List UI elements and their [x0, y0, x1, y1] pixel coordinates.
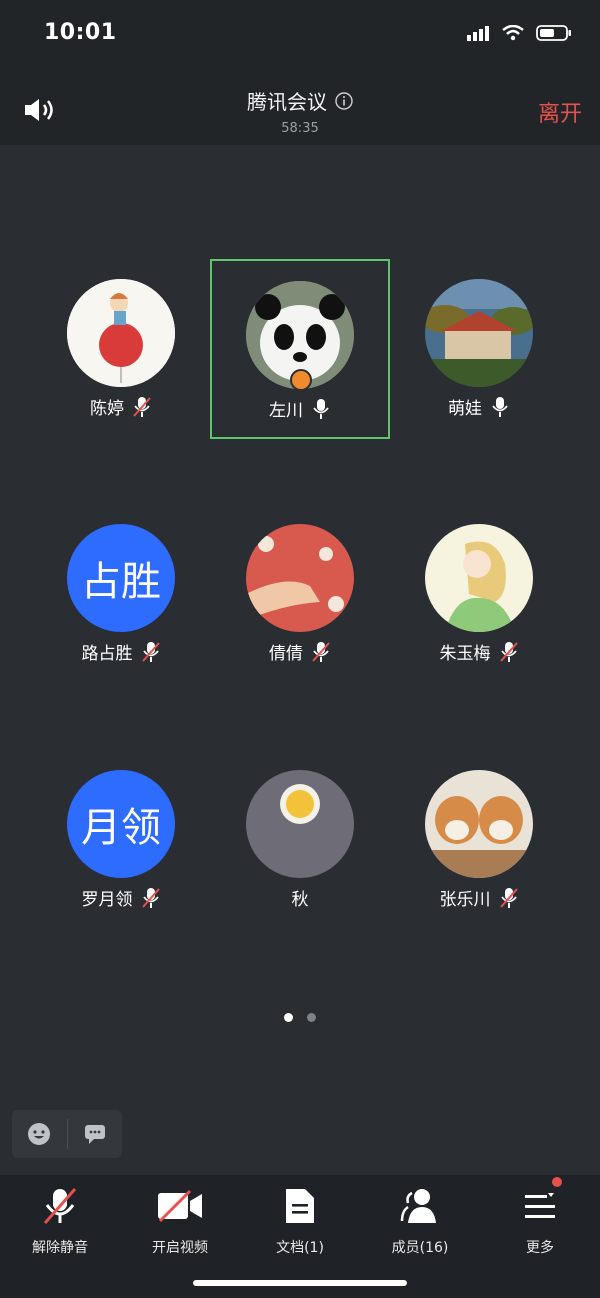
battery-icon: [536, 25, 571, 41]
participant-name: 朱玉梅: [439, 644, 491, 664]
mic-icon: [313, 398, 329, 419]
avatar: [246, 770, 354, 878]
mic-muted-icon: [141, 641, 160, 662]
mic-muted-icon: [312, 641, 330, 662]
participant-name: 秋: [291, 890, 309, 910]
mic-muted-icon: [43, 1188, 77, 1224]
status-time: 10:01: [44, 20, 117, 45]
participant-name: 罗月领: [81, 890, 133, 910]
meeting-title-text: 腾讯会议: [247, 90, 327, 114]
signal-icon: [467, 26, 489, 41]
unmute-button[interactable]: 解除静音: [0, 1185, 120, 1257]
info-icon[interactable]: [335, 91, 353, 110]
page-dot-current[interactable]: [284, 1013, 293, 1022]
name-row: 张乐川: [389, 885, 569, 910]
emoji-button[interactable]: [12, 1110, 67, 1158]
avatar: [425, 279, 533, 387]
page-dot[interactable]: [307, 1013, 316, 1022]
meeting-header: 腾讯会议 58:35 离开: [0, 72, 600, 145]
avatar-text: 占胜: [67, 524, 175, 632]
mic-muted-icon: [499, 641, 518, 662]
participant-name: 陈婷: [90, 399, 124, 419]
participant-name: 左川: [269, 401, 303, 421]
name-row: 左川: [212, 396, 388, 421]
emoji-icon: [28, 1123, 51, 1145]
name-row: 朱玉梅: [389, 639, 569, 664]
members-button[interactable]: 成员(16): [360, 1185, 480, 1257]
illustration-girl-avatar-icon: [425, 524, 533, 632]
meeting-title[interactable]: 腾讯会议: [247, 86, 353, 115]
mic-muted-icon: [499, 887, 518, 908]
title-block: 腾讯会议 58:35: [0, 86, 600, 136]
meeting-duration: 58:35: [281, 121, 319, 136]
participant-tile[interactable]: 张乐川: [389, 750, 569, 930]
menu-icon: [525, 1193, 555, 1218]
chat-icon: [84, 1125, 105, 1144]
participant-tile[interactable]: 秋: [210, 750, 390, 930]
notification-dot: [552, 1177, 562, 1187]
two-dogs-avatar-icon: [425, 770, 533, 878]
balloon-girl-avatar-icon: [67, 279, 175, 387]
participant-name: 张乐川: [439, 890, 491, 910]
more-label: 更多: [526, 1240, 554, 1256]
members-label: 成员(16): [391, 1240, 449, 1256]
avatar-text: 月领: [67, 770, 175, 878]
document-icon: [286, 1189, 314, 1223]
status-icons: [466, 24, 572, 42]
participant-tile[interactable]: 倩倩: [210, 504, 390, 684]
reaction-bar: [12, 1110, 122, 1158]
video-off-icon: [158, 1189, 202, 1223]
avatar: [425, 524, 533, 632]
hand-avatar-icon: [246, 524, 354, 632]
wifi-icon: [502, 25, 524, 41]
more-button[interactable]: 更多: [480, 1177, 600, 1257]
start-video-label: 开启视频: [152, 1240, 208, 1256]
unmute-label: 解除静音: [32, 1240, 88, 1256]
avatar: [425, 770, 533, 878]
name-row: 路占胜: [31, 639, 211, 664]
participant-name: 萌娃: [448, 399, 482, 419]
page-indicator: [0, 1013, 600, 1022]
yellow-flower-avatar-icon: [246, 770, 354, 878]
name-row: 秋: [210, 885, 390, 910]
host-icon: [290, 369, 312, 391]
building-avatar-icon: [425, 279, 533, 387]
name-row: 罗月领: [31, 885, 211, 910]
mic-icon: [492, 396, 508, 417]
mic-muted-icon: [141, 887, 160, 908]
avatar: [246, 524, 354, 632]
mic-muted-icon: [133, 396, 151, 417]
participant-name: 路占胜: [81, 644, 133, 664]
participant-tile-active[interactable]: 左川: [210, 259, 390, 439]
members-icon: [400, 1189, 436, 1223]
participant-tile[interactable]: 陈婷: [31, 259, 211, 439]
name-row: 陈婷: [31, 394, 211, 419]
participant-tile[interactable]: 月领 罗月领: [31, 750, 211, 930]
name-row: 倩倩: [210, 639, 390, 664]
documents-label: 文档(1): [276, 1240, 324, 1256]
chat-button[interactable]: [68, 1110, 123, 1158]
participant-tile[interactable]: 萌娃: [389, 259, 569, 439]
leave-button[interactable]: 离开: [538, 96, 582, 128]
start-video-button[interactable]: 开启视频: [120, 1185, 240, 1257]
status-bar: 10:01: [0, 0, 600, 72]
home-indicator[interactable]: [193, 1280, 407, 1286]
avatar: [67, 279, 175, 387]
documents-button[interactable]: 文档(1): [240, 1185, 360, 1257]
participant-name: 倩倩: [269, 644, 303, 664]
participant-tile[interactable]: 朱玉梅: [389, 504, 569, 684]
name-row: 萌娃: [389, 394, 569, 419]
participant-tile[interactable]: 占胜 路占胜: [31, 504, 211, 684]
